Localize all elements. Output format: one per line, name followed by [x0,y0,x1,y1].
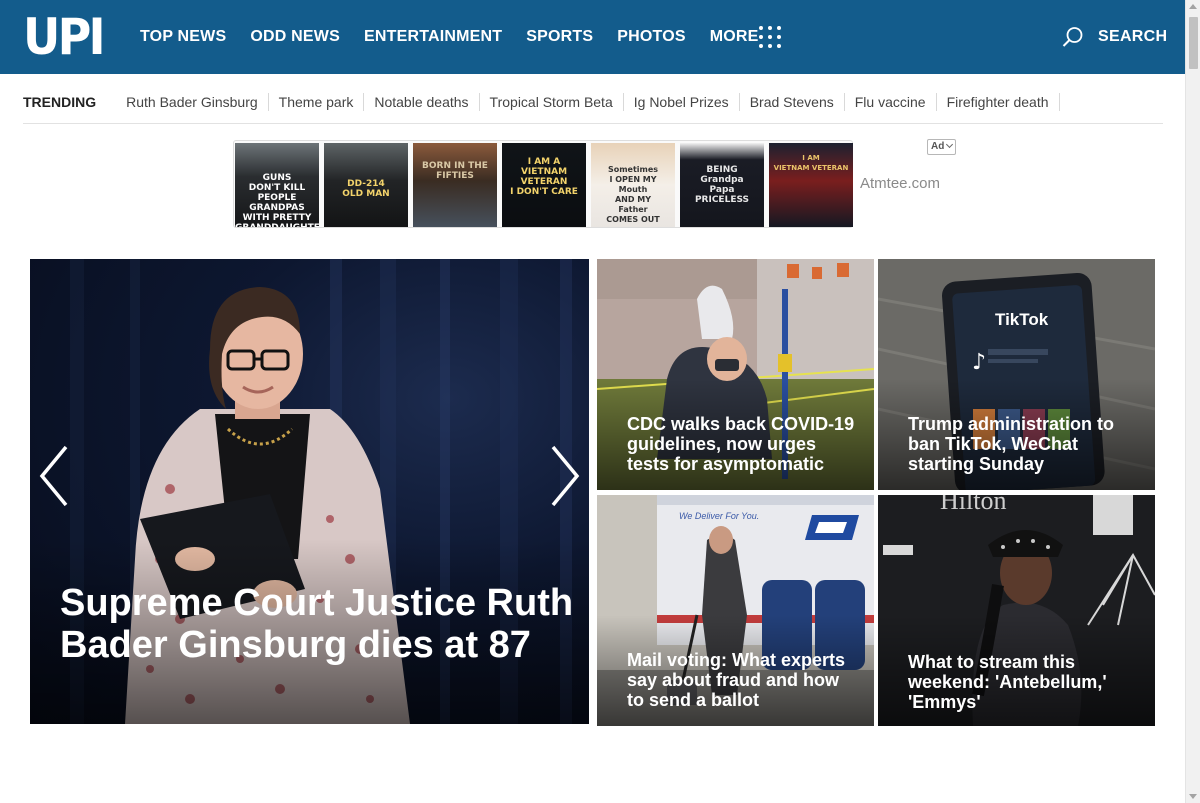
apps-grid-icon[interactable] [759,26,781,48]
upi-logo[interactable]: UPI [23,12,106,62]
tiktok-screen-text: TikTok [995,310,1049,329]
trending-bar: TRENDING Ruth Bader Ginsburg Theme park … [23,93,1163,124]
trending-item[interactable]: Theme park [269,93,365,111]
ad-shirt-text: BEING Grandpa Papa PRICELESS [694,165,750,205]
hero-story[interactable]: Supreme Court Justice Ruth Bader Ginsbur… [30,259,589,724]
story-tile[interactable]: TikTok ♪ Trump administration to ban Tik… [878,259,1155,490]
nav-more[interactable]: MORE [710,28,759,46]
backdrop-text: Hilton [940,495,1006,515]
ad-shirt-text: I AM A VIETNAM VETERAN I DON'T CARE [510,157,578,197]
story-headline[interactable]: Trump administration to ban TikTok, WeCh… [908,414,1140,474]
ad-shirt-text: DD-214 OLD MAN [342,179,390,199]
hero-headline[interactable]: Supreme Court Justice Ruth Bader Ginsbur… [60,582,580,666]
nav-sports[interactable]: SPORTS [526,28,593,46]
site-header: UPI TOP NEWS ODD NEWS ENTERTAINMENT SPOR… [0,0,1185,74]
story-headline[interactable]: What to stream this weekend: 'Antebellum… [908,652,1140,712]
ad-shirt-text: GUNS DON'T KILL PEOPLE GRANDPAS WITH PRE… [235,173,319,227]
scrollbar-thumb[interactable] [1189,17,1198,69]
ad-source-link[interactable]: Atmtee.com [860,175,940,192]
trending-item[interactable]: Ruth Bader Ginsburg [116,93,269,111]
carousel-prev-arrow-icon[interactable] [38,445,70,507]
ad-shirt-image[interactable]: BEING Grandpa Papa PRICELESS [680,143,764,227]
nav-top-news[interactable]: TOP NEWS [140,28,226,46]
truck-slogan: We Deliver For You. [679,511,759,521]
trending-item[interactable]: Brad Stevens [740,93,845,111]
ad-shirt-image[interactable]: BORN IN THE FIFTIES [413,143,497,227]
trending-item[interactable]: Firefighter death [937,93,1060,111]
page-scrollbar[interactable] [1185,0,1200,803]
ad-choices-badge[interactable]: Ad [927,139,957,155]
nav-entertainment[interactable]: ENTERTAINMENT [364,28,502,46]
search-icon [1062,27,1083,47]
trending-item[interactable]: Notable deaths [364,93,480,111]
main-nav: TOP NEWS ODD NEWS ENTERTAINMENT SPORTS P… [140,0,783,74]
nav-odd-news[interactable]: ODD NEWS [250,28,340,46]
ad-banner[interactable]: GUNS DON'T KILL PEOPLE GRANDPAS WITH PRE… [233,139,959,228]
story-tile[interactable]: CDC walks back COVID-19 guidelines, now … [597,259,874,490]
story-tile[interactable]: We Deliver For You. Mail voting: What ex… [597,495,874,726]
ad-shirt-image[interactable]: GUNS DON'T KILL PEOPLE GRANDPAS WITH PRE… [235,143,319,227]
ad-badge-label: Ad [931,141,945,152]
nav-photos[interactable]: PHOTOS [617,28,685,46]
ad-product-strip[interactable]: GUNS DON'T KILL PEOPLE GRANDPAS WITH PRE… [233,140,853,228]
story-headline[interactable]: CDC walks back COVID-19 guidelines, now … [627,414,859,474]
carousel-next-arrow-icon[interactable] [549,445,581,507]
trending-item[interactable]: Tropical Storm Beta [480,93,624,111]
ad-shirt-text: I AM VIETNAM VETERAN [773,154,849,172]
ad-shirt-text: Sometimes I OPEN MY Mouth AND MY Father … [606,165,660,224]
trending-item[interactable]: Flu vaccine [845,93,937,111]
scroll-up-arrow-icon[interactable] [1189,4,1197,9]
story-headline[interactable]: Mail voting: What experts say about frau… [627,650,859,710]
search-label: SEARCH [1098,28,1168,45]
ad-shirt-image[interactable]: I AM VIETNAM VETERAN [769,143,853,227]
trending-label: TRENDING [23,94,97,110]
chevron-down-icon [946,140,954,149]
tiktok-note-icon: ♪ [972,350,986,375]
scroll-down-arrow-icon[interactable] [1189,794,1197,799]
ad-shirt-image[interactable]: I AM A VIETNAM VETERAN I DON'T CARE [502,143,586,227]
ad-shirt-text: BORN IN THE FIFTIES [422,161,488,181]
trending-item[interactable]: Ig Nobel Prizes [624,93,740,111]
search-button[interactable]: SEARCH [1062,26,1167,48]
story-tile[interactable]: Hilton What to stream this weekend: 'Ant… [878,495,1155,726]
ad-shirt-image[interactable]: DD-214 OLD MAN [324,143,408,227]
page: UPI TOP NEWS ODD NEWS ENTERTAINMENT SPOR… [0,0,1200,803]
ad-shirt-image[interactable]: Sometimes I OPEN MY Mouth AND MY Father … [591,143,675,227]
